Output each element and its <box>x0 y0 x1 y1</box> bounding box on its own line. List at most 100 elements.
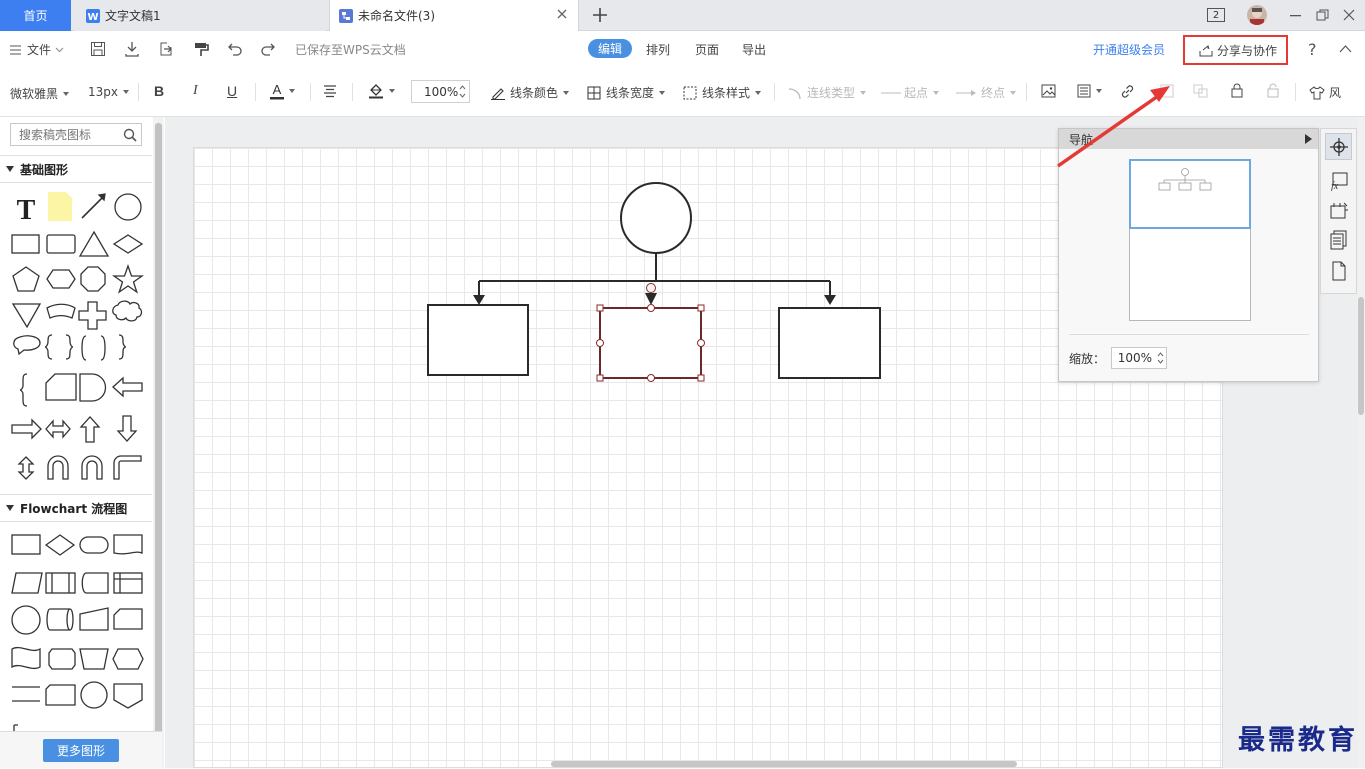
font-size-select[interactable]: 13px <box>88 85 129 99</box>
basic-shapes-palette[interactable]: T <box>6 187 150 487</box>
file-menu[interactable]: 文件 <box>10 41 64 58</box>
arrow-end-icon <box>956 89 976 96</box>
download-icon[interactable] <box>124 41 140 57</box>
format-painter-icon[interactable] <box>193 41 209 57</box>
navigator-panel: 导航 缩放： 100% <box>1058 128 1319 382</box>
page-icon[interactable] <box>1329 261 1349 281</box>
rotate-handle[interactable] <box>646 283 656 293</box>
end-point-label: 终点 <box>981 86 1006 100</box>
redo-icon[interactable] <box>260 41 276 57</box>
underline-button[interactable]: U <box>227 83 237 99</box>
font-color-icon: A <box>270 82 284 100</box>
search-icon[interactable] <box>123 128 137 142</box>
text-style-button[interactable] <box>1077 84 1102 98</box>
share-icon <box>1199 44 1213 57</box>
style-button[interactable]: 风 <box>1309 84 1341 101</box>
svg-text:W: W <box>87 12 98 23</box>
format-toolbar: 微软雅黑 13px B I U A 100% 线条颜色 线条宽度 线条样式 连线… <box>0 67 1365 117</box>
avatar[interactable] <box>1247 5 1267 25</box>
hamburger-icon <box>10 44 21 55</box>
ungroup-icon[interactable] <box>1193 84 1208 98</box>
diagram-box-center-selected[interactable] <box>599 307 702 379</box>
svg-text:fx: fx <box>1331 181 1339 191</box>
mode-arrange[interactable]: 排列 <box>646 41 670 58</box>
font-family-select[interactable]: 微软雅黑 <box>10 85 70 102</box>
navigator-zoom-input[interactable]: 100% <box>1111 347 1168 369</box>
close-window-icon[interactable] <box>1343 9 1355 21</box>
flowchart-shapes-palette[interactable] <box>6 529 150 744</box>
line-style-button[interactable]: 线条样式 <box>683 84 762 101</box>
font-color-button[interactable]: A <box>270 82 295 100</box>
minimize-icon[interactable] <box>1290 15 1302 17</box>
dashed-box-icon <box>683 86 697 99</box>
line-width-button[interactable]: 线条宽度 <box>587 84 666 101</box>
svg-text:T: T <box>17 195 36 226</box>
collapse-toolbar-icon[interactable] <box>1339 44 1352 53</box>
italic-button[interactable]: I <box>193 83 198 99</box>
diagram-box-left[interactable] <box>427 304 529 376</box>
group-icon[interactable] <box>1160 84 1174 98</box>
lock-icon[interactable] <box>1231 83 1243 98</box>
zoom-input[interactable]: 100% <box>411 80 470 103</box>
navigator-compass-icon[interactable] <box>1329 137 1349 157</box>
start-point-button[interactable]: 起点 <box>881 84 940 101</box>
user-avatar-icon <box>1250 8 1264 25</box>
tab-flowchart-file[interactable]: 未命名文件(3) <box>329 0 579 31</box>
collapse-panel-icon[interactable] <box>1305 134 1312 144</box>
tab-document-label: 文字文稿1 <box>105 9 161 23</box>
restore-icon[interactable] <box>1316 9 1329 21</box>
link-icon[interactable] <box>1120 84 1135 99</box>
tab-document[interactable]: W 文字文稿1 <box>74 0 326 31</box>
undo-icon[interactable] <box>227 41 243 57</box>
help-icon[interactable]: ? <box>1308 40 1317 59</box>
diagram-circle-node[interactable] <box>620 182 692 254</box>
arrowhead-right <box>824 295 836 305</box>
navigator-viewport[interactable] <box>1129 159 1251 229</box>
pages-icon[interactable] <box>1329 230 1349 250</box>
flowchart-header[interactable]: Flowchart 流程图 <box>0 494 152 522</box>
chevron-down-icon <box>55 47 64 52</box>
tab-file-label: 未命名文件(3) <box>358 9 435 23</box>
zoom-spinner-icon[interactable] <box>1157 350 1164 366</box>
share-collaborate-button[interactable]: 分享与协作 <box>1199 42 1277 59</box>
bold-button[interactable]: B <box>154 83 164 99</box>
align-center-icon[interactable] <box>323 84 337 98</box>
library-scrollbar[interactable] <box>153 117 164 768</box>
more-shapes-button[interactable]: 更多图形 <box>43 739 119 762</box>
unlock-icon[interactable] <box>1267 83 1279 98</box>
navigator-header[interactable]: 导航 <box>1059 129 1318 149</box>
window-count-badge[interactable]: 2 <box>1207 8 1225 22</box>
window-count: 2 <box>1212 9 1220 21</box>
wps-writer-icon: W <box>86 8 100 23</box>
canvas-horizontal-scrollbar[interactable] <box>551 761 1017 767</box>
pen-icon <box>491 87 505 100</box>
navigator-zoom-value: 100% <box>1117 351 1153 365</box>
line-style-label: 线条样式 <box>702 86 751 100</box>
crop-transform-icon[interactable] <box>1329 201 1349 221</box>
fill-color-button[interactable] <box>368 83 395 99</box>
new-tab-icon[interactable] <box>592 7 608 23</box>
export-file-icon[interactable] <box>158 41 174 57</box>
mode-edit[interactable]: 编辑 <box>588 39 632 58</box>
line-color-button[interactable]: 线条颜色 <box>491 84 570 101</box>
basic-shapes-title: 基础图形 <box>20 162 69 177</box>
connector-type-button[interactable]: 连线类型 <box>788 84 867 101</box>
basic-shapes-header[interactable]: 基础图形 <box>0 155 152 183</box>
close-tab-icon[interactable] <box>556 8 568 20</box>
document-lines-icon <box>1077 84 1091 98</box>
vip-link[interactable]: 开通超级会员 <box>1093 41 1165 58</box>
start-point-label: 起点 <box>904 86 929 100</box>
spinner-icon[interactable] <box>459 84 466 99</box>
tab-home[interactable]: 首页 <box>0 0 71 31</box>
end-point-button[interactable]: 终点 <box>956 84 1017 101</box>
formula-icon[interactable]: fx <box>1329 171 1349 191</box>
title-bar: 首页 W 文字文稿1 未命名文件(3) 2 <box>0 0 1365 31</box>
diagram-box-right[interactable] <box>778 307 881 379</box>
canvas-vertical-scrollbar[interactable] <box>1357 117 1365 768</box>
mode-export[interactable]: 导出 <box>742 41 766 58</box>
mode-page[interactable]: 页面 <box>695 41 719 58</box>
flowchart-title: Flowchart 流程图 <box>20 501 128 516</box>
image-icon[interactable] <box>1041 84 1056 98</box>
save-icon[interactable] <box>90 41 106 57</box>
font-family-value: 微软雅黑 <box>10 87 59 101</box>
